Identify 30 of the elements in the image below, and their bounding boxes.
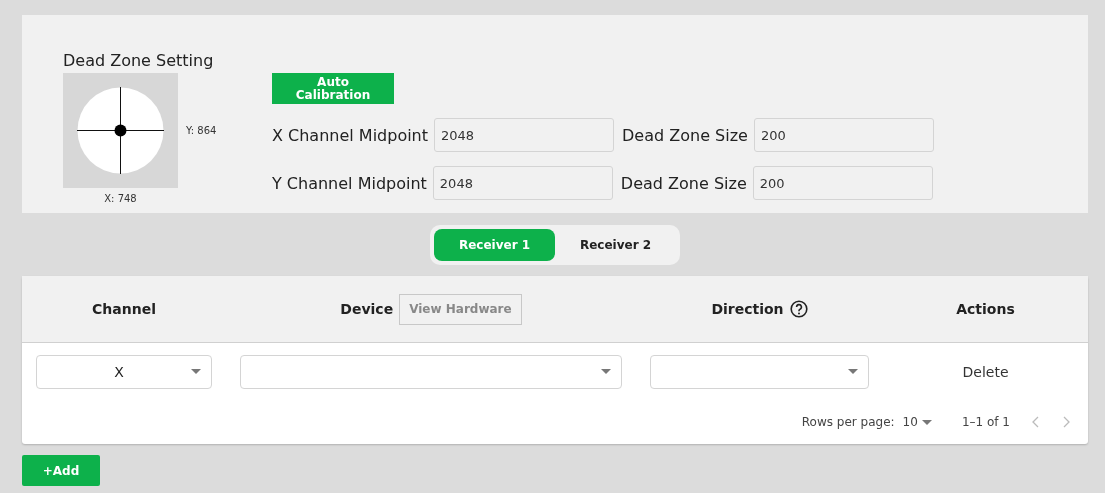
column-header: Device (340, 301, 394, 317)
dead-zone-size-field[interactable]: 200 (753, 118, 934, 152)
delete-button[interactable]: Delete (956, 362, 1015, 381)
section-title: Dead Zone Setting (63, 51, 215, 72)
midpoint-field[interactable]: 2048 (434, 118, 615, 152)
dropdown-caret-icon (191, 369, 201, 374)
rows-per-page-label: Rows per page: (801, 415, 895, 429)
column-header: Direction (711, 301, 784, 317)
page-range: 1–1 of 1 (961, 415, 1010, 429)
receiver-tab[interactable]: Receiver 2 (555, 229, 676, 261)
y-reading: Y: 864 (186, 125, 217, 136)
column-header: Actions (956, 301, 1015, 317)
channel-select[interactable]: X (36, 354, 212, 389)
dropdown-caret-icon (921, 419, 932, 425)
chevron-left-icon (1032, 416, 1040, 428)
device-select[interactable] (240, 354, 622, 389)
midpoint-field[interactable]: 2048 (432, 166, 613, 200)
help-icon[interactable] (789, 300, 808, 318)
chevron-right-icon (1062, 416, 1070, 428)
column-header: Channel (92, 301, 156, 317)
x-reading: X: 748 (103, 193, 138, 204)
rows-per-page-select[interactable]: 10 (902, 415, 932, 429)
field-label: Dead Zone Size (620, 173, 747, 193)
field-label: Dead Zone Size (622, 125, 748, 145)
direction-select[interactable] (650, 354, 869, 389)
dead-zone-size-field[interactable]: 200 (752, 166, 933, 200)
dropdown-caret-icon (848, 369, 858, 374)
field-label: Y Channel Midpoint (272, 173, 427, 193)
dropdown-caret-icon (601, 369, 611, 374)
field-label: X Channel Midpoint (272, 125, 429, 145)
